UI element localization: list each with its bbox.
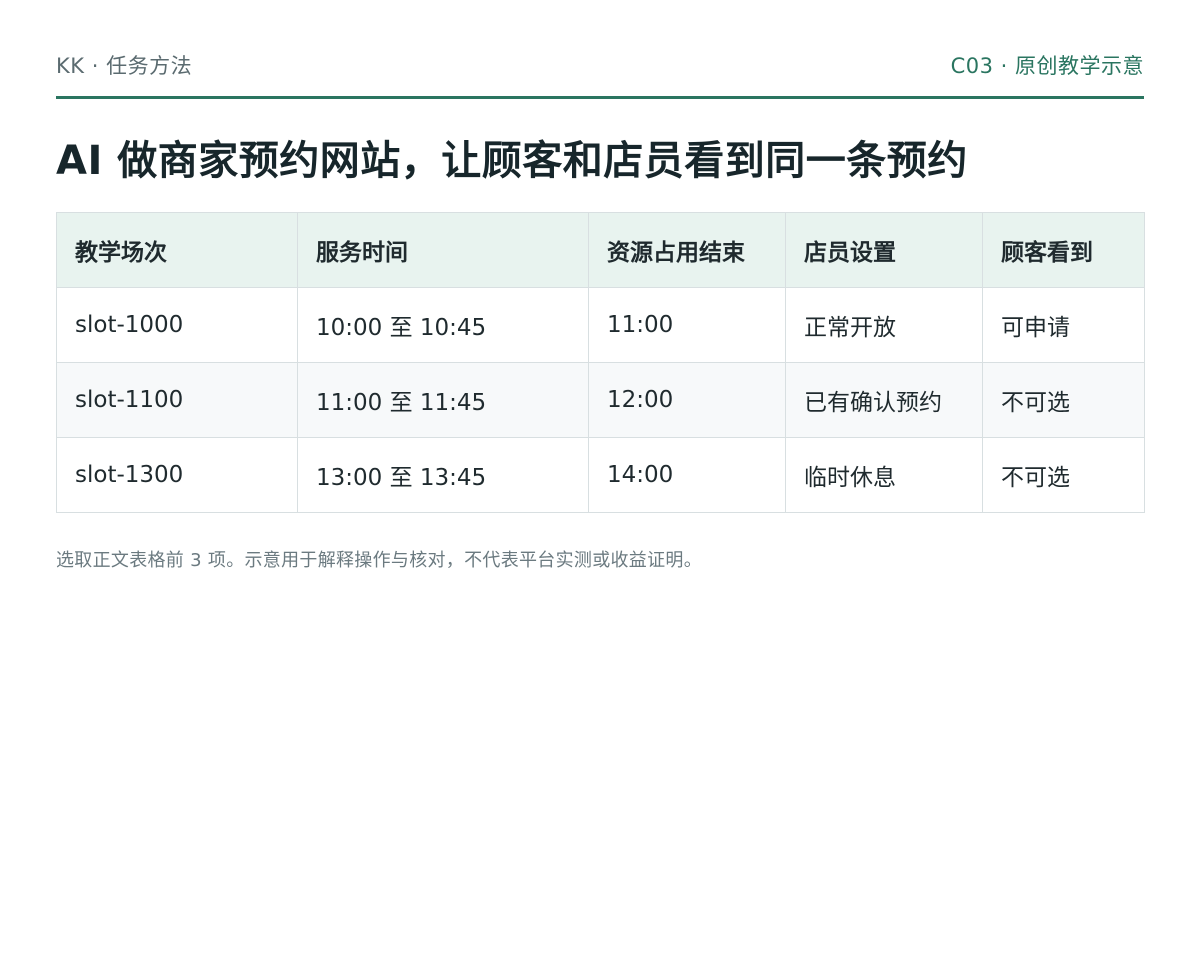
column-header-session: 教学场次 bbox=[56, 212, 298, 288]
column-header-customer-view: 顾客看到 bbox=[982, 212, 1145, 288]
cell-service-time: 10:00 至 10:45 bbox=[297, 287, 589, 363]
table-row: slot-1300 13:00 至 13:45 14:00 临时休息 不可选 bbox=[56, 437, 1145, 513]
column-header-resource-end: 资源占用结束 bbox=[588, 212, 786, 288]
page: KK · 任务方法 C03 · 原创教学示意 AI 做商家预约网站，让顾客和店员… bbox=[56, 0, 1145, 571]
column-header-service-time: 服务时间 bbox=[297, 212, 589, 288]
cell-customer-view: 不可选 bbox=[982, 362, 1145, 438]
cell-customer-view: 不可选 bbox=[982, 437, 1145, 513]
table-row: slot-1100 11:00 至 11:45 12:00 已有确认预约 不可选 bbox=[56, 362, 1145, 438]
cell-service-time: 11:00 至 11:45 bbox=[297, 362, 589, 438]
cell-staff-setting: 正常开放 bbox=[785, 287, 983, 363]
booking-slots-table: 教学场次 服务时间 资源占用结束 店员设置 顾客看到 slot-1000 10:… bbox=[56, 212, 1145, 513]
cell-session: slot-1100 bbox=[56, 362, 298, 438]
cell-customer-view: 可申请 bbox=[982, 287, 1145, 363]
table-header-row: 教学场次 服务时间 资源占用结束 店员设置 顾客看到 bbox=[56, 212, 1145, 288]
footnote: 选取正文表格前 3 项。示意用于解释操作与核对，不代表平台实测或收益证明。 bbox=[56, 550, 702, 571]
table-row: slot-1000 10:00 至 10:45 11:00 正常开放 可申请 bbox=[56, 287, 1145, 363]
column-header-staff-setting: 店员设置 bbox=[785, 212, 983, 288]
cell-resource-end: 11:00 bbox=[588, 287, 786, 363]
page-title: AI 做商家预约网站，让顾客和店员看到同一条预约 bbox=[56, 138, 968, 184]
page-header: KK · 任务方法 C03 · 原创教学示意 bbox=[56, 0, 1144, 99]
header-chapter-label: C03 · 原创教学示意 bbox=[950, 54, 1144, 78]
cell-resource-end: 12:00 bbox=[588, 362, 786, 438]
cell-service-time: 13:00 至 13:45 bbox=[297, 437, 589, 513]
cell-resource-end: 14:00 bbox=[588, 437, 786, 513]
cell-staff-setting: 已有确认预约 bbox=[785, 362, 983, 438]
header-series-label: KK · 任务方法 bbox=[56, 54, 193, 78]
cell-session: slot-1000 bbox=[56, 287, 298, 363]
cell-session: slot-1300 bbox=[56, 437, 298, 513]
cell-staff-setting: 临时休息 bbox=[785, 437, 983, 513]
